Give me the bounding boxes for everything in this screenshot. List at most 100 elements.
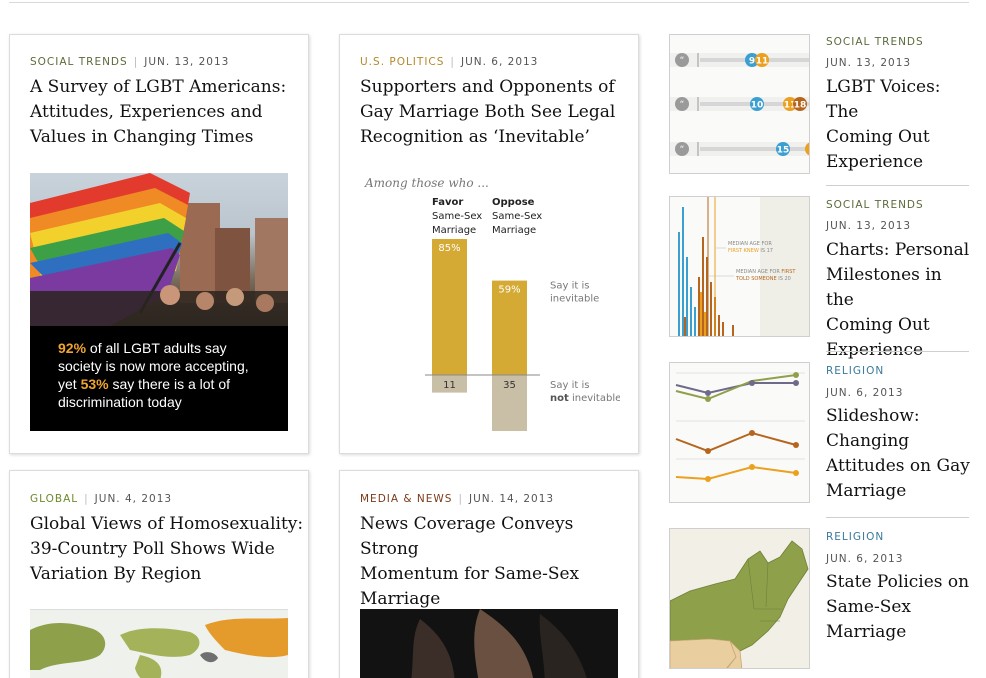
age-marker: 15 — [777, 146, 790, 156]
article-title[interactable]: A Survey of LGBT Americans: Attitudes, E… — [30, 75, 300, 150]
category-link[interactable]: Media & News — [360, 493, 452, 505]
median-label: MEDIAN AGE FOR — [736, 269, 781, 275]
svg-text:FIRST KNEW IS 17: FIRST KNEW IS 17 — [728, 248, 773, 254]
date: Jun. 4, 2013 — [94, 493, 173, 505]
title-line: Experience — [826, 152, 924, 172]
news-coverage-photo[interactable] — [360, 609, 618, 678]
category-link[interactable]: Social Trends — [826, 36, 924, 48]
category-link[interactable]: Religion — [826, 365, 884, 377]
title-line: Slideshow: — [826, 406, 920, 426]
card-meta: Global | Jun. 4, 2013 — [30, 493, 173, 505]
title-line: A Survey of LGBT Americans: — [30, 77, 287, 97]
caption-text: society is now more accepting, — [58, 358, 249, 374]
inevitable-bar-chart[interactable]: Among those who ... Favor Same-Sex Marriage… — [360, 171, 620, 441]
title-line: Global Views of Homosexuality: — [30, 514, 304, 534]
title-line: Coming Out — [826, 127, 930, 147]
attitudes-line-chart-thumbnail[interactable] — [669, 362, 810, 503]
caption-text: yet — [58, 376, 81, 392]
top-divider — [9, 2, 969, 3]
title-line: Coming Out — [826, 315, 930, 335]
article-title[interactable]: State Policies on Same-Sex Marriage — [826, 570, 971, 645]
article-title[interactable]: News Coverage Conveys Strong Momentum fo… — [360, 512, 635, 612]
title-line: Gay Marriage Both See Legal — [360, 102, 616, 122]
title-line: Charts: Personal — [826, 240, 970, 260]
category-label: Favor — [432, 197, 463, 208]
date: Jun. 6, 2013 — [460, 56, 539, 68]
title-line: Momentum for Same-Sex — [360, 564, 580, 584]
card-meta: Social Trends | Jun. 13, 2013 — [30, 56, 230, 68]
age-marker: 10 — [751, 101, 764, 111]
data-label: 11 — [443, 380, 456, 391]
date: Jun. 13, 2013 — [826, 220, 912, 232]
quote-row: “ 9 11 — [670, 53, 809, 67]
lgbt-survey-image[interactable]: 92% of all LGBT adults say society is no… — [30, 173, 288, 431]
stat-highlight: 92% — [58, 340, 87, 356]
quote-icon: “ — [680, 56, 685, 66]
divider — [826, 185, 969, 186]
category-link[interactable]: Social Trends — [826, 199, 924, 211]
median-label: MEDIAN AGE FOR — [728, 241, 772, 247]
title-line: News Coverage Conveys Strong — [360, 514, 574, 559]
median-label: IS 20 — [777, 276, 791, 282]
article-card-news-coverage[interactable]: Media & News | Jun. 14, 2013 News Coverage… — [339, 470, 639, 678]
card-meta: Media & News | Jun. 14, 2013 — [360, 493, 555, 505]
data-label: 35 — [503, 380, 516, 391]
category-link[interactable]: U.S. Politics — [360, 56, 444, 68]
caption-text: of all LGBT adults say — [86, 340, 227, 356]
divider — [826, 517, 969, 518]
caption-text: say there is a lot of — [108, 376, 231, 392]
title-line: Same-Sex — [826, 597, 911, 617]
category-label: Same-Sex — [492, 211, 542, 222]
article-title[interactable]: Global Views of Homosexuality: 39-Countr… — [30, 512, 305, 587]
date: Jun. 6, 2013 — [826, 553, 904, 565]
article-card-gay-marriage-inevitable[interactable]: U.S. Politics | Jun. 6, 2013 Supporters an… — [339, 34, 639, 454]
quote-row: “ 10 11 18 — [670, 97, 809, 111]
category-link[interactable]: Religion — [826, 531, 884, 543]
side-item-slideshow-attitudes[interactable]: Religion Jun. 6, 2013 Slideshow: Changin… — [669, 362, 971, 522]
median-label: IS 17 — [759, 248, 773, 254]
article-title[interactable]: LGBT Voices: The Coming Out Experience — [826, 75, 971, 175]
milestones-chart-thumbnail[interactable]: MEDIAN AGE FOR FIRST KNEW IS 17 MEDIAN A… — [669, 196, 810, 337]
article-card-global-homosexuality[interactable]: Global | Jun. 4, 2013 Global Views of Homo… — [9, 470, 309, 678]
date: Jun. 13, 2013 — [826, 57, 912, 69]
age-marker: 9 — [749, 57, 755, 67]
article-title[interactable]: Supporters and Opponents of Gay Marriage… — [360, 75, 630, 150]
title-line: Variation By Region — [30, 564, 202, 584]
title-line: Changing — [826, 431, 910, 451]
divider — [826, 351, 969, 352]
state-map-thumbnail[interactable] — [669, 528, 810, 669]
data-label: 85% — [438, 243, 460, 254]
category-label: Oppose — [492, 197, 535, 208]
chart-title: Among those who ... — [364, 176, 489, 190]
caption-text: discrimination today — [58, 394, 182, 410]
title-line: State Policies on — [826, 572, 970, 592]
category-link[interactable]: Global — [30, 493, 78, 505]
median-label: FIRST KNEW — [728, 248, 759, 254]
series-label: Say it is — [550, 281, 589, 292]
lgbt-voices-thumbnail[interactable]: “ 9 11 “ 10 11 18 “ 15 — [669, 34, 810, 174]
title-line: 39-Country Poll Shows Wide — [30, 539, 275, 559]
title-line: Attitudes, Experiences and — [30, 102, 263, 122]
median-label: FIRST — [781, 269, 796, 275]
photo-caption: 92% of all LGBT adults say society is no… — [58, 339, 278, 411]
svg-text:MEDIAN AGE FOR FIRST: MEDIAN AGE FOR FIRST — [736, 269, 796, 275]
series-label: Say it is — [550, 380, 589, 391]
side-item-lgbt-voices[interactable]: “ 9 11 “ 10 11 18 “ 15 SOCIAL TRENDS JUN… — [669, 34, 971, 186]
age-marker: 11 — [756, 57, 769, 67]
quote-icon: “ — [680, 100, 685, 110]
title-line: Supporters and Opponents of — [360, 77, 615, 97]
title-line: Recognition as ‘Inevitable’ — [360, 127, 590, 147]
side-item-personal-milestones[interactable]: MEDIAN AGE FOR FIRST KNEW IS 17 MEDIAN A… — [669, 196, 969, 360]
world-map-image[interactable] — [30, 609, 288, 678]
median-label: TOLD SOMEONE — [735, 276, 777, 282]
article-card-lgbt-survey[interactable]: Social Trends | Jun. 13, 2013 A Survey of … — [9, 34, 309, 454]
date: Jun. 13, 2013 — [144, 56, 230, 68]
side-item-state-policies[interactable]: Religion Jun. 6, 2013 State Policies on … — [669, 528, 969, 678]
category-link[interactable]: Social Trends — [30, 56, 128, 68]
article-title[interactable]: Charts: Personal Milestones in the Comin… — [826, 238, 971, 363]
pride-flag-photo — [30, 173, 288, 326]
category-label: Marriage — [492, 225, 536, 236]
stat-highlight: 53% — [80, 376, 109, 392]
article-title[interactable]: Slideshow: Changing Attitudes on Gay Mar… — [826, 404, 971, 504]
svg-text:TOLD SOMEONE IS 20: TOLD SOMEONE IS 20 — [735, 276, 791, 282]
